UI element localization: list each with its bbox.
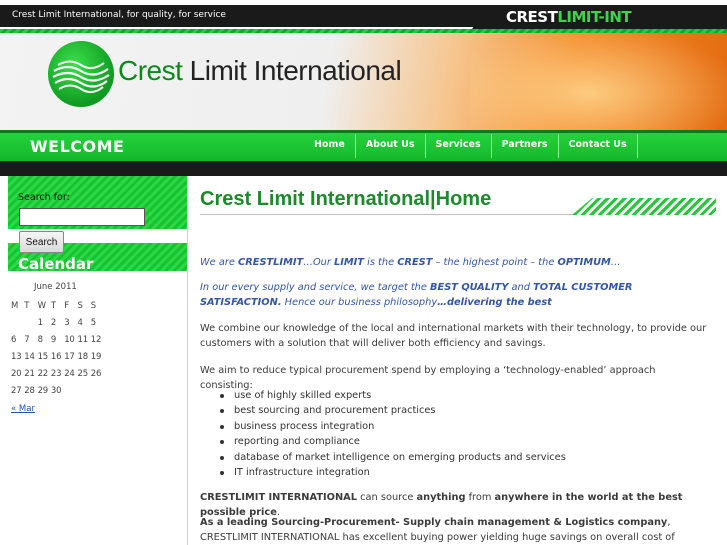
- calendar-day: 14: [24, 351, 35, 362]
- calendar-day: 30: [50, 385, 62, 396]
- calendar-week: 1 2 3 4 5: [11, 314, 104, 331]
- calendar-day: 2: [50, 317, 57, 328]
- calendar-day: 16: [50, 351, 62, 362]
- weekday: S: [90, 300, 96, 311]
- calendar-week: 6 7 8 9 10 11 12: [11, 331, 104, 348]
- search-input[interactable]: [19, 208, 145, 226]
- calendar-weekdays: M T W T F S S: [11, 297, 104, 314]
- calendar-day: 12: [90, 334, 102, 345]
- calendar-day: 18: [77, 351, 88, 362]
- calendar-day: 28: [24, 385, 35, 396]
- calendar-day: 25: [77, 368, 88, 379]
- calendar-day: 8: [37, 334, 43, 345]
- calendar-day: 22: [37, 368, 49, 379]
- calendar-day: 6: [11, 334, 17, 345]
- nav-partners[interactable]: Partners: [492, 134, 559, 158]
- calendar-prev-month-link[interactable]: « Mar: [11, 404, 35, 414]
- calendar-day: 7: [24, 334, 30, 345]
- logo-globe-icon: [48, 41, 114, 107]
- weekday: M: [11, 300, 19, 311]
- search-button[interactable]: Search: [19, 231, 64, 253]
- calendar-grid: M T W T F S S 1 2 3 4 5 6 7 8 9 10 11 12…: [11, 297, 104, 399]
- welcome-label: WELCOME: [30, 137, 125, 156]
- approach-list: use of highly skilled experts best sourc…: [220, 388, 566, 480]
- calendar-week: 13 14 15 16 17 18 19: [11, 348, 104, 365]
- nav-bar-edge: [0, 130, 727, 133]
- calendar-day: 9: [50, 334, 57, 345]
- calendar-day: 1: [37, 317, 43, 328]
- title-underline: [200, 214, 578, 215]
- weekday: W: [37, 300, 46, 311]
- list-item: reporting and compliance: [220, 434, 566, 449]
- calendar-day: 13: [11, 351, 22, 362]
- nav-home[interactable]: Home: [304, 134, 356, 158]
- weekday: F: [64, 300, 69, 311]
- site-tagline: Crest Limit International, for quality, …: [12, 10, 226, 20]
- calendar-day: 23: [50, 368, 62, 379]
- page-title: Crest Limit International|Home: [200, 188, 492, 210]
- logo-waves: [52, 60, 110, 93]
- weekday: S: [77, 300, 83, 311]
- calendar-day: 4: [77, 317, 83, 328]
- calendar-month: June 2011: [34, 282, 77, 292]
- weekday: T: [24, 300, 30, 311]
- calendar-week: 20 21 22 23 24 25 26: [11, 365, 104, 382]
- sidebar: Search for: Search Calendar June 2011 M …: [8, 176, 187, 545]
- list-item: business process integration: [220, 419, 566, 434]
- company-logo-title[interactable]: Crest Limit International: [118, 55, 402, 87]
- sidebar-divider: [187, 176, 188, 545]
- calendar-day: [64, 382, 77, 399]
- calendar-day: 27: [11, 385, 22, 396]
- nav-contact-us[interactable]: Contact Us: [559, 134, 638, 158]
- calendar-day: [91, 382, 104, 399]
- main-nav: Home About Us Services Partners Contact …: [304, 134, 638, 158]
- calendar-day: 11: [77, 334, 88, 345]
- philosophy-paragraph: In our every supply and service, we targ…: [200, 282, 633, 308]
- calendar-heading: Calendar: [18, 255, 94, 273]
- calendar-week: 27 28 29 30: [11, 382, 104, 399]
- nav-services[interactable]: Services: [426, 134, 492, 158]
- weekday: T: [50, 300, 56, 311]
- calendar-day: 21: [24, 368, 35, 379]
- calendar-day: 10: [64, 334, 75, 345]
- list-item: best sourcing and procurement practices: [220, 403, 566, 418]
- combine-paragraph: We combine our knowledge of the local an…: [200, 323, 707, 349]
- nav-shadow-band: [0, 161, 727, 176]
- title-decor-tab: [572, 198, 716, 215]
- banner-glow: [470, 33, 727, 130]
- calendar-day: 17: [64, 351, 75, 362]
- calendar-day: [24, 314, 37, 331]
- calendar-day: 15: [37, 351, 49, 362]
- search-label: Search for:: [18, 192, 70, 203]
- list-item: use of highly skilled experts: [220, 388, 566, 403]
- leading-paragraph: As a leading Sourcing-Procurement- Suppl…: [200, 517, 675, 543]
- intro-paragraph: We are CRESTLIMIT…Our LIMIT is the CREST…: [200, 257, 621, 268]
- list-item: IT infrastructure integration: [220, 465, 566, 480]
- calendar-day: [11, 314, 24, 331]
- calendar-day: 19: [90, 351, 102, 362]
- calendar-day: 20: [11, 368, 22, 379]
- list-item: database of market intelligence on emerg…: [220, 450, 566, 465]
- nav-about-us[interactable]: About Us: [356, 134, 426, 158]
- top-strip: Crest Limit International, for quality, …: [0, 0, 727, 33]
- header-banner: Crest Limit International: [0, 33, 727, 130]
- calendar-day: 29: [37, 385, 49, 396]
- calendar-day: 26: [90, 368, 102, 379]
- brand-tab-logo: CRESTLIMIT-INT: [506, 8, 632, 26]
- calendar-day: 24: [64, 368, 75, 379]
- calendar-day: [77, 382, 90, 399]
- calendar-day: 5: [90, 317, 96, 328]
- calendar-day: 3: [64, 317, 70, 328]
